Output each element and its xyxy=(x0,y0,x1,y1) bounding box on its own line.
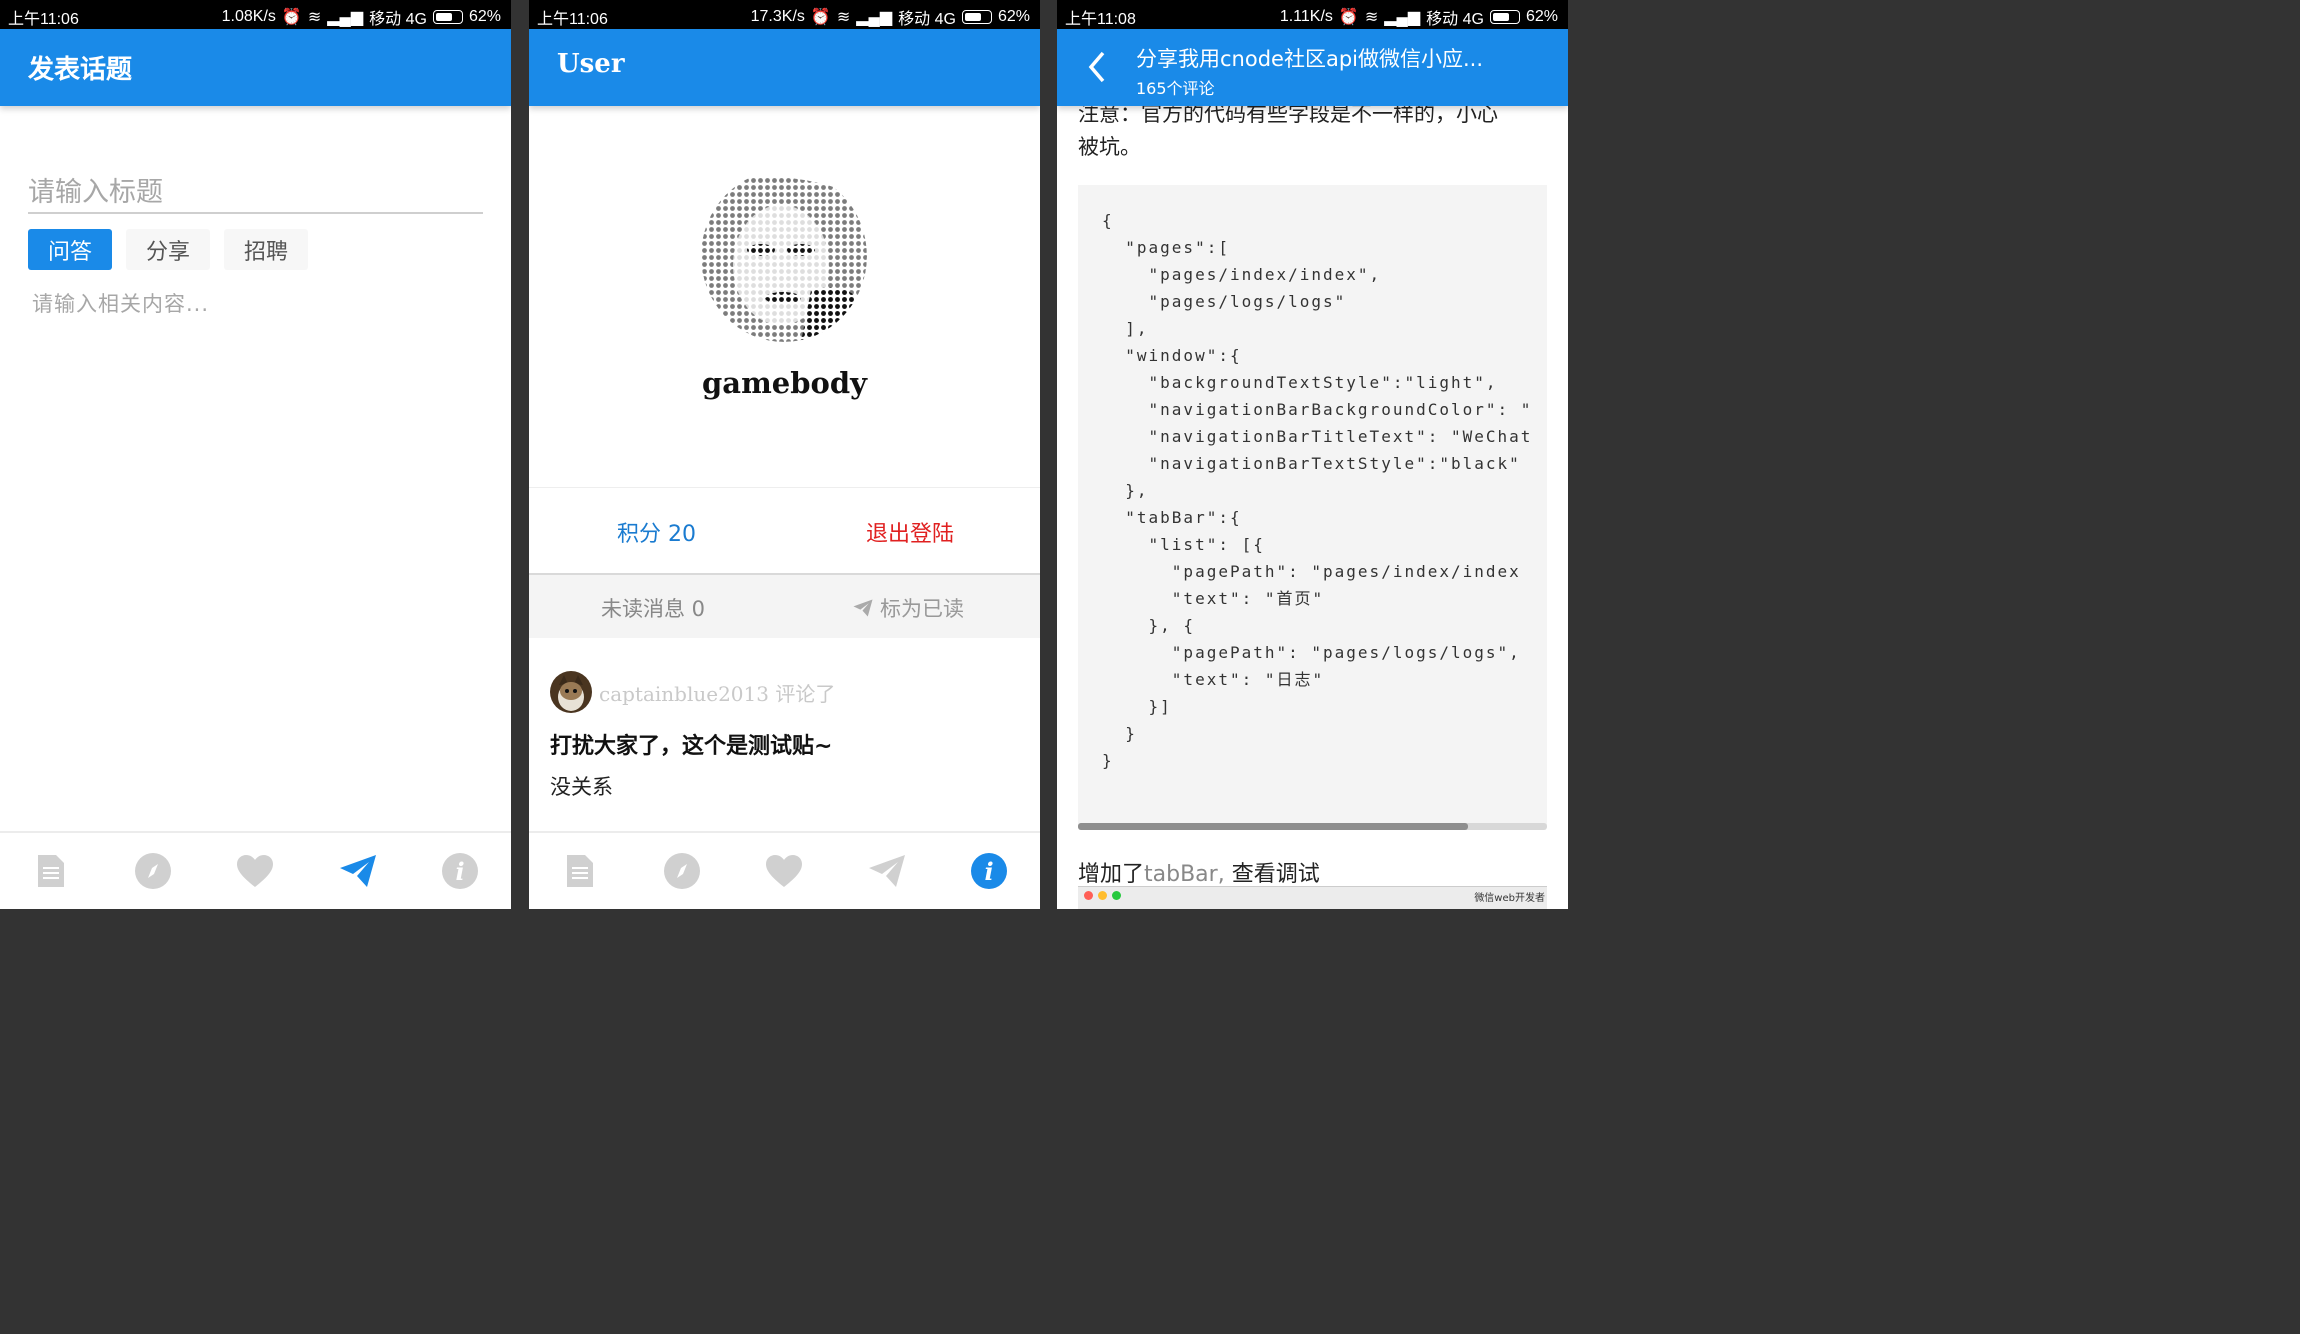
page-title: 发表话题 xyxy=(28,55,133,85)
compass-icon xyxy=(135,853,172,889)
battery-icon xyxy=(432,10,463,24)
send-icon xyxy=(339,855,376,887)
tab-explore[interactable] xyxy=(662,851,702,891)
code-block[interactable]: { "pages":[ "pages/index/index", "pages/… xyxy=(1078,185,1547,825)
tab-favorites[interactable] xyxy=(764,851,804,891)
avatar xyxy=(550,671,592,713)
status-time: 上午11:06 xyxy=(537,11,608,28)
signal-icon: ▂▄▆ xyxy=(327,9,364,26)
send-icon xyxy=(868,855,905,887)
compass-icon xyxy=(664,853,701,889)
carrier: 移动 4G xyxy=(898,11,956,28)
status-bar: 上午11:06 1.08K/s ⏰ ≋ ▂▄▆ 移动 4G 62% xyxy=(0,0,511,29)
screen-topic-detail: 注意：官方的代码有些字段是不一样的，小心 上午11:08 1.11K/s ⏰ ≋… xyxy=(1057,0,1568,909)
page-title: User xyxy=(557,49,625,79)
battery-level: 62% xyxy=(997,8,1030,25)
title-placeholder: 请输入标题 xyxy=(28,177,163,208)
account-actions: 积分 20 退出登陆 xyxy=(529,487,1040,574)
info-icon: i xyxy=(441,853,478,889)
alarm-icon: ⏰ xyxy=(1338,9,1359,26)
embedded-screenshot: 微信web开发者 xyxy=(1078,886,1547,909)
tag-job[interactable]: 招聘 xyxy=(224,229,309,270)
caption-prefix: 增加了 xyxy=(1078,862,1145,887)
tab-post[interactable] xyxy=(867,851,907,891)
code-scrollbar[interactable] xyxy=(1078,823,1547,830)
unread-count: 未读消息 0 xyxy=(601,597,706,621)
signal-icon: ▂▄▆ xyxy=(856,9,893,26)
tab-user[interactable]: i xyxy=(969,851,1009,891)
tab-user[interactable]: i xyxy=(440,851,480,891)
battery-level: 62% xyxy=(468,8,501,25)
app-bar: 发表话题 xyxy=(0,29,511,106)
comment-count: 165个评论 xyxy=(1136,79,1215,98)
comment-body: 没关系 xyxy=(550,775,613,799)
tab-favorites[interactable] xyxy=(235,851,275,891)
window-minimize-dot xyxy=(1098,891,1107,900)
carrier: 移动 4G xyxy=(369,11,427,28)
send-icon xyxy=(853,599,873,617)
battery-icon xyxy=(961,10,992,24)
app-bar: User xyxy=(529,29,1040,106)
app-bar: 分享我用cnode社区api做微信小应... 165个评论 xyxy=(1057,29,1568,106)
alarm-icon: ⏰ xyxy=(281,9,302,26)
comment-author: captainblue2013 评论了 xyxy=(599,682,836,706)
wifi-icon: ≋ xyxy=(836,9,851,26)
alarm-icon: ⏰ xyxy=(810,9,831,26)
window-close-dot xyxy=(1084,891,1093,900)
caption-highlight: tabBar, xyxy=(1144,862,1225,887)
message-bar: 未读消息 0 标为已读 xyxy=(529,573,1040,638)
wifi-icon: ≋ xyxy=(307,9,322,26)
tag-share[interactable]: 分享 xyxy=(126,229,211,270)
network-speed: 1.08K/s xyxy=(221,8,276,25)
mark-read-button[interactable]: 标为已读 xyxy=(852,593,964,623)
caption-suffix: 查看调试 xyxy=(1224,862,1320,887)
document-icon xyxy=(567,855,594,887)
wifi-icon: ≋ xyxy=(1364,9,1379,26)
mark-read-label: 标为已读 xyxy=(880,597,964,621)
tag-selector: 问答 分享 招聘 xyxy=(28,229,309,270)
battery-level: 62% xyxy=(1525,8,1558,25)
title-input[interactable]: 请输入标题 xyxy=(28,170,483,214)
status-bar: 上午11:06 17.3K/s ⏰ ≋ ▂▄▆ 移动 4G 62% xyxy=(529,0,1040,29)
score-label: 积分 20 xyxy=(617,522,696,547)
document-icon xyxy=(38,855,65,887)
network-speed: 17.3K/s xyxy=(750,8,805,25)
article-text: 增加了tabBar, 查看调试 xyxy=(1078,856,1320,888)
info-icon: i xyxy=(970,853,1007,889)
heart-icon xyxy=(766,855,803,887)
tag-ask[interactable]: 问答 xyxy=(28,229,113,270)
user-avatar xyxy=(701,170,867,342)
network-speed: 1.11K/s xyxy=(1279,8,1333,25)
window-maximize-dot xyxy=(1112,891,1121,900)
screen-create-topic: 上午11:06 1.08K/s ⏰ ≋ ▂▄▆ 移动 4G 62% 发表话题 请… xyxy=(0,0,511,909)
screen-user: 上午11:06 17.3K/s ⏰ ≋ ▂▄▆ 移动 4G 62% User g… xyxy=(529,0,1040,909)
code-content: { "pages":[ "pages/index/index", "pages/… xyxy=(1102,211,1533,770)
bottom-tab-bar: i xyxy=(0,831,511,909)
content-placeholder: 请输入相关内容... xyxy=(32,292,210,316)
screenshot-title: 微信web开发者 xyxy=(1474,893,1545,904)
heart-icon xyxy=(237,855,274,887)
status-bar: 上午11:08 1.11K/s ⏰ ≋ ▂▄▆ 移动 4G 62% xyxy=(1057,0,1568,29)
username: gamebody xyxy=(702,366,867,400)
signal-icon: ▂▄▆ xyxy=(1384,9,1421,26)
svg-text:i: i xyxy=(984,857,993,886)
tab-post[interactable] xyxy=(338,851,378,891)
tab-topics[interactable] xyxy=(31,851,71,891)
svg-text:i: i xyxy=(455,857,464,886)
carrier: 移动 4G xyxy=(1426,11,1484,28)
content-input[interactable]: 请输入相关内容... xyxy=(32,288,209,318)
article-text: 被坑。 xyxy=(1078,135,1141,159)
topic-title: 打扰大家了，这个是测试贴~ xyxy=(550,734,833,759)
logout-button[interactable]: 退出登陆 xyxy=(866,516,954,548)
page-title: 分享我用cnode社区api做微信小应... xyxy=(1136,47,1484,71)
tab-topics[interactable] xyxy=(560,851,600,891)
status-time: 上午11:08 xyxy=(1065,11,1136,28)
bottom-tab-bar: i xyxy=(529,831,1040,909)
list-item[interactable]: captainblue2013 评论了 打扰大家了，这个是测试贴~ 没关系 xyxy=(529,636,1040,834)
battery-icon xyxy=(1489,10,1520,24)
status-time: 上午11:06 xyxy=(8,11,79,28)
back-arrow-icon[interactable] xyxy=(1085,49,1109,85)
tab-explore[interactable] xyxy=(133,851,173,891)
